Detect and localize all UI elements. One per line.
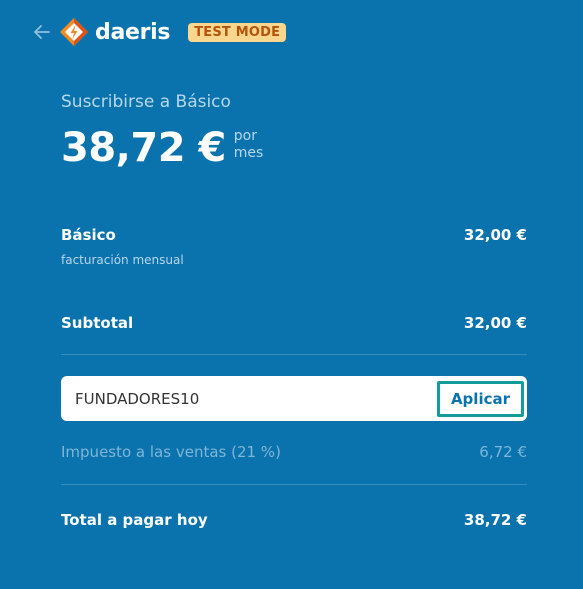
- line-item-amount: 32,00 €: [463, 226, 527, 244]
- brand-logo-icon: [59, 17, 89, 47]
- subtotal-label: Subtotal: [61, 314, 134, 332]
- plan-title: Suscribirse a Básico: [61, 92, 231, 112]
- total-amount: 38,72 €: [463, 511, 527, 529]
- subtotal-row: Subtotal 32,00 €: [61, 314, 527, 332]
- price-amount: 38,72 €: [61, 125, 226, 171]
- divider: [61, 354, 527, 355]
- tax-amount: 6,72 €: [479, 443, 527, 461]
- test-mode-badge: TEST MODE: [188, 22, 287, 42]
- tax-row: Impuesto a las ventas (21 %) 6,72 €: [61, 443, 527, 461]
- back-arrow-icon[interactable]: [33, 23, 51, 41]
- line-item-basico: Básico facturación mensual 32,00 €: [61, 226, 527, 267]
- total-label: Total a pagar hoy: [61, 511, 208, 529]
- line-item-info: Básico facturación mensual: [61, 226, 184, 267]
- subtotal-amount: 32,00 €: [463, 314, 527, 332]
- tax-label: Impuesto a las ventas (21 %): [61, 443, 281, 461]
- apply-promo-button[interactable]: Aplicar: [436, 380, 524, 417]
- price-summary: 38,72 € por mes: [61, 124, 263, 172]
- total-row: Total a pagar hoy 38,72 €: [61, 511, 527, 529]
- billing-period-line2: mes: [233, 145, 264, 161]
- line-item-billing: facturación mensual: [61, 253, 184, 267]
- billing-period: por mes: [234, 128, 264, 162]
- line-item-name: Básico: [61, 226, 116, 244]
- brand-name: daeris: [95, 19, 171, 45]
- billing-period-line1: por: [233, 128, 257, 144]
- promo-code-input[interactable]: [75, 389, 375, 408]
- promo-code-field: Aplicar: [61, 376, 527, 421]
- divider: [61, 484, 527, 485]
- header: daeris TEST MODE: [33, 14, 287, 50]
